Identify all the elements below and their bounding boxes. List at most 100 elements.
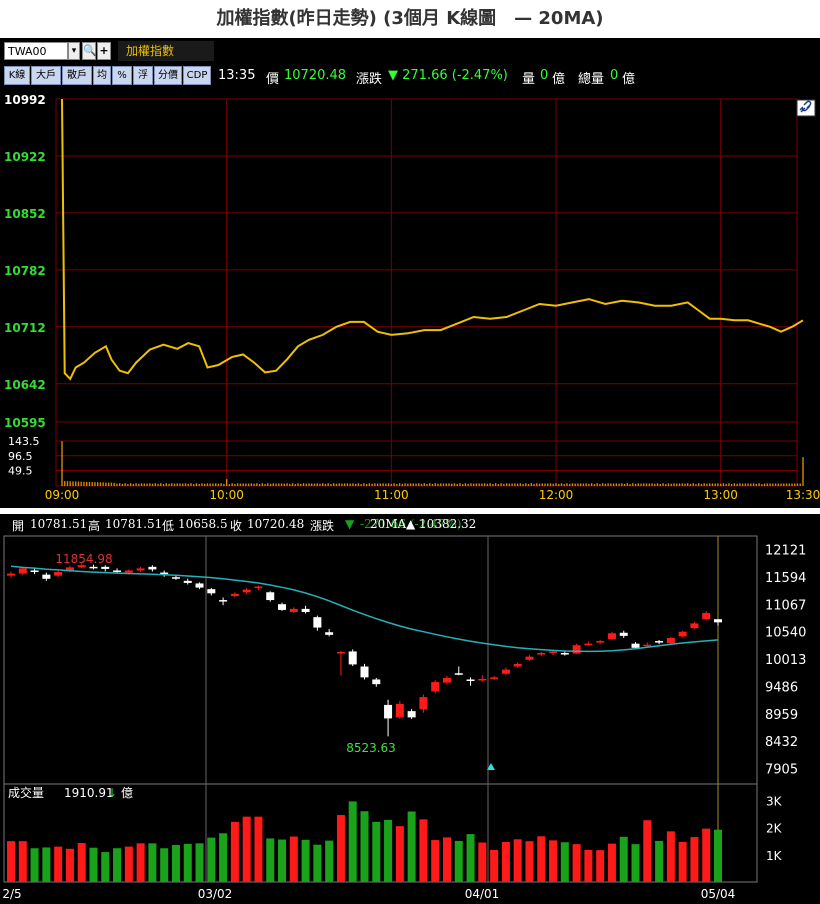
- search-icon[interactable]: 🔍: [82, 42, 97, 60]
- candle-body: [560, 653, 569, 655]
- candle-body: [666, 637, 675, 644]
- kline-volume-bar: [690, 837, 699, 882]
- total-value: 0: [610, 68, 619, 83]
- kline-volume-bar: [454, 840, 463, 882]
- volume-unit: 億: [552, 72, 566, 87]
- kline-y-tick-label: 7905: [765, 763, 798, 778]
- plot-border: [55, 98, 798, 487]
- low-annotation: 8523.63: [346, 741, 396, 755]
- kline-x-tick-label: 05/04: [701, 887, 736, 901]
- kline-y-tick-label: 10540: [765, 626, 806, 641]
- low-value: 10658.5: [178, 517, 228, 531]
- candle-body: [266, 592, 275, 601]
- change-value: ▼ 271.66 (-2.47%): [388, 68, 508, 83]
- candle-body: [301, 608, 310, 612]
- kline-volume-bar: [643, 820, 652, 882]
- kline-volume-bar: [65, 848, 74, 882]
- retail-button[interactable]: 散戶: [62, 66, 92, 85]
- kline-button[interactable]: K線: [4, 66, 30, 85]
- candle-body: [431, 682, 440, 692]
- open-label: 開: [12, 519, 25, 533]
- close-label: 收: [230, 519, 243, 533]
- down-triangle-icon: ▼: [345, 517, 355, 531]
- candle-body: [643, 644, 652, 647]
- kline-volume-bar: [572, 844, 581, 882]
- kline-volume-bar: [372, 821, 381, 882]
- candle-body: [655, 641, 664, 643]
- candle-body: [596, 641, 605, 643]
- kline-volume-bar: [407, 811, 416, 882]
- index-name: 加權指數: [118, 41, 214, 61]
- kline-volume-bar: [666, 831, 675, 882]
- candle-body: [348, 651, 357, 665]
- kline-volume-bar: [442, 837, 451, 882]
- kline-volume-bar: [207, 837, 216, 882]
- kline-volume-label: 成交量: [8, 785, 44, 800]
- kline-y-tick-label: 10013: [765, 653, 806, 668]
- candle-body: [442, 677, 451, 683]
- symbol-input[interactable]: TWA00: [4, 42, 68, 60]
- x-tick-label: 12:00: [539, 488, 574, 502]
- add-icon[interactable]: +: [97, 42, 111, 60]
- kline-x-tick-label: 04/01: [465, 887, 500, 901]
- candle-body: [407, 711, 416, 718]
- kline-volume-bar: [160, 848, 169, 882]
- y-tick-label: 10595: [4, 416, 46, 430]
- intraday-panel: TWA00 ▾ 🔍 + 加權指數 K線 大戶 散戶 均 % 浮 分價 CDP 1…: [0, 38, 820, 508]
- y-tick-label: 10712: [4, 321, 46, 335]
- kline-chart: 12121 11594 11067 10540 10013 9486 8959 8432 790…: [2, 535, 806, 901]
- kline-volume-bar: [655, 840, 664, 882]
- candle-body: [549, 651, 558, 653]
- kline-volume-bar: [348, 801, 357, 882]
- kline-volume-bar: [101, 852, 110, 882]
- volume-tick-label: 96.5: [8, 450, 33, 463]
- chevron-down-icon[interactable]: ▾: [68, 42, 80, 60]
- kline-volume-tick-label: 1K: [766, 849, 783, 863]
- kline-volume-bar: [607, 843, 616, 882]
- kline-volume-bar: [113, 848, 122, 882]
- candle-body: [572, 645, 581, 654]
- kline-volume-bar: [549, 840, 558, 882]
- kline-volume-bar: [42, 847, 51, 882]
- percent-button[interactable]: %: [112, 66, 132, 85]
- ma-value: ▲ 10382.32: [406, 517, 477, 531]
- average-button[interactable]: 均: [93, 66, 111, 85]
- kline-volume-bar: [384, 819, 393, 882]
- volume-label: 量: [522, 72, 536, 87]
- candle-body: [30, 570, 39, 573]
- kline-panel: 12121 11594 11067 10540 10013 9486 8959 8432 790…: [0, 514, 820, 904]
- kline-volume-bar: [219, 833, 228, 882]
- x-tick-label: 13:00: [703, 488, 738, 502]
- y-tick-label: 10852: [4, 207, 46, 221]
- price-volume-button[interactable]: 分價: [154, 66, 182, 85]
- candle-body: [313, 617, 322, 628]
- intraday-chart: 10992 10922 10852 10782 10712 10642 10595 09:00…: [4, 93, 820, 502]
- kline-y-tick-label: 8959: [765, 708, 798, 723]
- kline-volume-bar: [313, 844, 322, 882]
- link-icon: [796, 99, 816, 117]
- kline-y-tick-label: 11594: [765, 571, 806, 586]
- candle-body: [101, 566, 110, 569]
- candle-body: [124, 570, 133, 573]
- big-holder-button[interactable]: 大戶: [31, 66, 61, 85]
- volume-tick-label: 143.5: [8, 435, 40, 448]
- candle-body: [678, 631, 687, 637]
- kline-volume-bar: [490, 849, 499, 882]
- kline-x-tick-label: 2/5: [2, 887, 21, 901]
- kline-volume-tick-label: 2K: [766, 822, 783, 836]
- candle-body: [136, 568, 145, 571]
- cdp-button[interactable]: CDP: [183, 66, 211, 85]
- candle-body: [690, 623, 699, 629]
- candle-body: [54, 572, 63, 576]
- kline-volume-bar: [466, 834, 475, 882]
- kline-volume-bar: [18, 841, 27, 882]
- candle-body: [113, 570, 122, 572]
- candle-body: [490, 677, 499, 679]
- kline-volume-tick-label: 3K: [766, 794, 783, 808]
- kline-volume-bar: [230, 821, 239, 882]
- kline-volume-bar: [278, 839, 287, 882]
- change-label-k: 漲跌: [310, 519, 335, 533]
- candle-body: [478, 678, 487, 681]
- float-button[interactable]: 浮: [133, 66, 153, 85]
- kline-volume-bar: [54, 846, 63, 882]
